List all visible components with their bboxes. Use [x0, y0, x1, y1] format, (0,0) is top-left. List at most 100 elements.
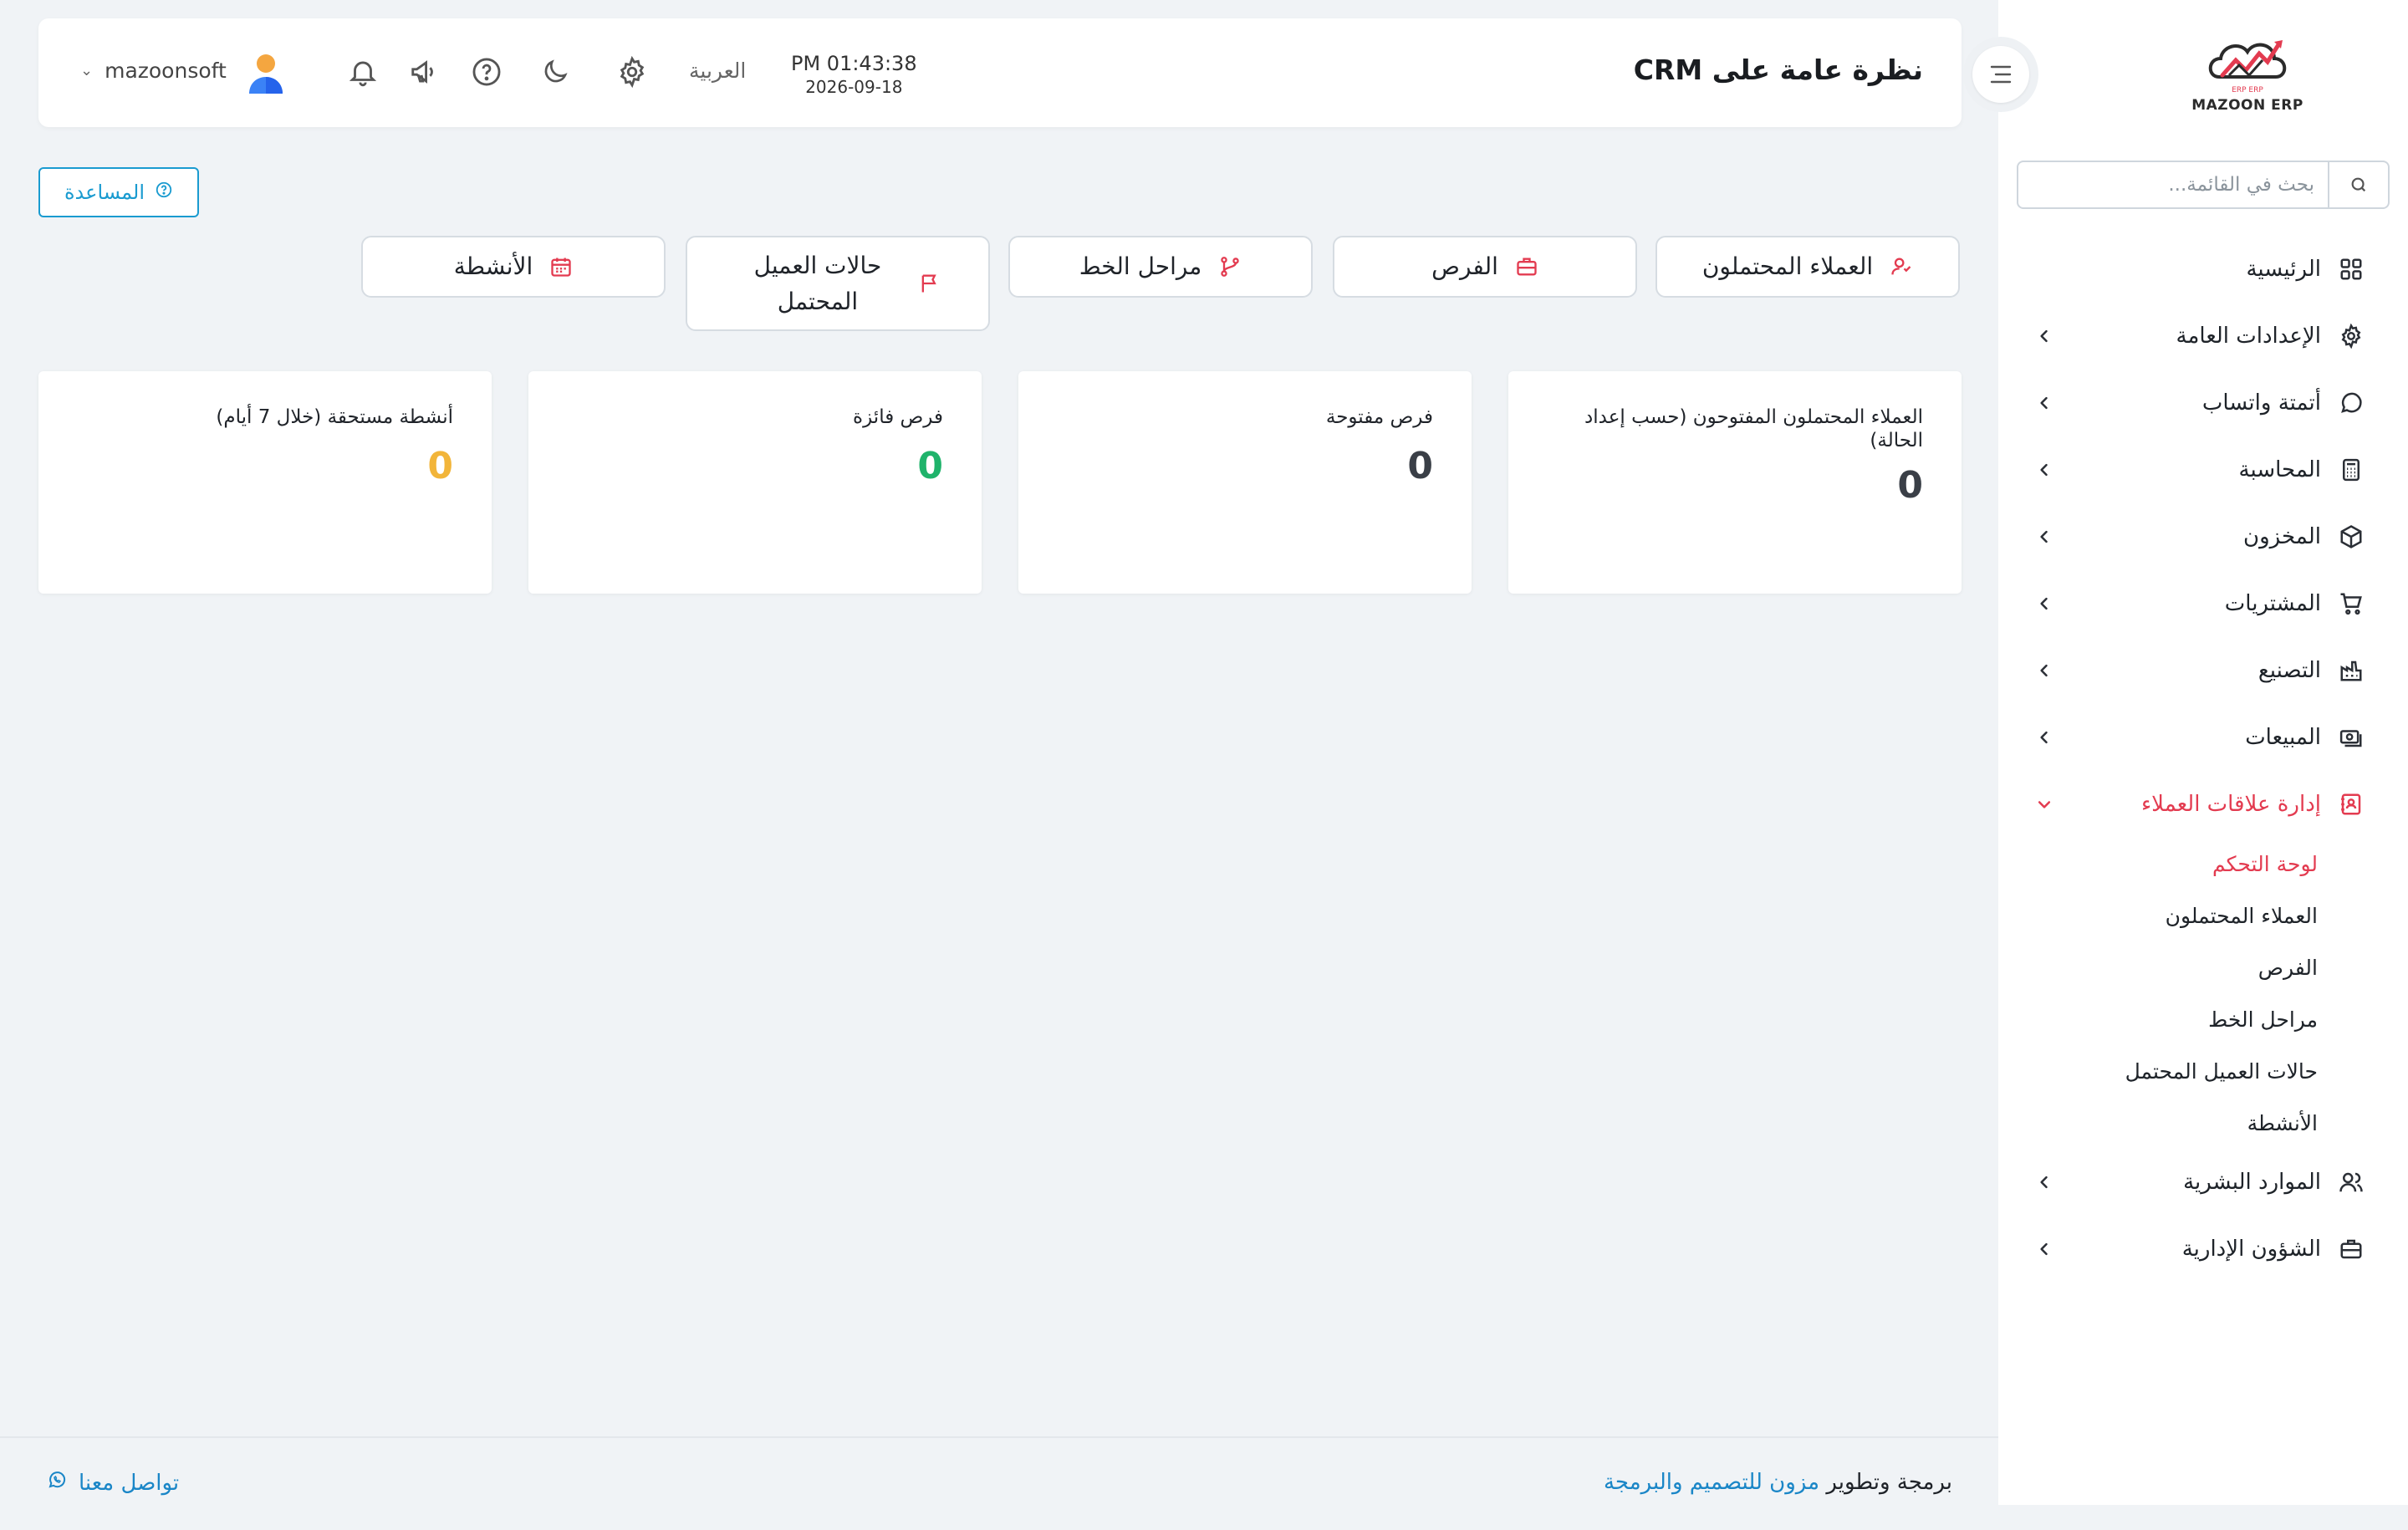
chevron-left-icon — [2032, 390, 2057, 416]
user-menu[interactable]: ⌄ mazoonsoft — [80, 59, 227, 83]
brand-logo[interactable]: ERP ERP MAZOON ERP — [2189, 33, 2306, 117]
megaphone-icon[interactable] — [406, 54, 443, 90]
kpi-label: فرص مفتوحة — [1325, 406, 1433, 428]
chevron-left-icon — [2032, 658, 2057, 683]
chevron-left-icon — [2032, 725, 2057, 750]
users-icon — [2336, 1167, 2366, 1197]
chevron-left-icon — [2032, 591, 2057, 616]
sidebar-item-0[interactable]: الرئيسية — [1998, 236, 2408, 303]
language-switch[interactable]: العربية — [689, 59, 746, 83]
user-icon — [1890, 255, 1913, 278]
submenu-item-4[interactable]: حالات العميل المحتمل — [1998, 1045, 2318, 1097]
kpi-value: 0 — [427, 444, 453, 487]
sidebar: ERP ERP MAZOON ERP الرئيسية الإعدادات الع… — [1998, 0, 2408, 1505]
quick-opportunities-button[interactable]: الفرص — [1333, 236, 1637, 298]
submenu-item-0[interactable]: لوحة التحكم — [1998, 838, 2318, 890]
gear-icon — [2336, 321, 2366, 351]
help-circle-icon[interactable] — [468, 54, 505, 90]
kpi-card-open-opportunities: فرص مفتوحة 0 — [1018, 371, 1472, 594]
cash-icon — [2336, 722, 2366, 752]
footer-credit: برمجة وتطوير مزون للتصميم والبرمجة — [1604, 1470, 1952, 1495]
kpi-label: العملاء المحتملون المفتوحون (حسب إعداد ا… — [1584, 406, 1923, 451]
quick-pipeline-button[interactable]: مراحل الخط — [1008, 236, 1313, 298]
briefcase-icon — [1515, 255, 1538, 278]
sidebar-item-9[interactable]: الموارد البشرية — [1998, 1149, 2408, 1216]
footer: برمجة وتطوير مزون للتصميم والبرمجة تواصل… — [0, 1436, 1998, 1530]
sidebar-toggle-button[interactable] — [1963, 37, 2038, 112]
chevron-left-icon — [2032, 1170, 2057, 1195]
sidebar-item-6[interactable]: التصنيع — [1998, 637, 2408, 704]
chevron-down-icon — [2032, 792, 2057, 817]
mazoon-logo-icon: ERP ERP — [2208, 40, 2287, 94]
chevron-left-icon — [2032, 324, 2057, 349]
submenu-item-3[interactable]: مراحل الخط — [1998, 993, 2318, 1045]
kpi-label: أنشطة مستحقة (خلال 7 أيام) — [216, 406, 453, 428]
hamburger-menu-icon — [1972, 46, 2029, 103]
sidebar-item-label: الشؤون الإدارية — [2181, 1237, 2321, 1262]
settings-gear-icon[interactable] — [614, 54, 650, 90]
clock-time: PM 01:43:38 — [791, 52, 917, 75]
briefcase-icon — [2336, 1234, 2366, 1264]
sidebar-item-1[interactable]: الإعدادات العامة — [1998, 303, 2408, 370]
sidebar-item-2[interactable]: أتمتة واتساب — [1998, 370, 2408, 436]
grid-icon — [2336, 254, 2366, 284]
sidebar-item-label: الرئيسية — [2246, 257, 2321, 282]
quick-lead-status-button[interactable]: حالات العميل المحتمل — [686, 236, 990, 331]
sidebar-item-label: الموارد البشرية — [2183, 1170, 2321, 1195]
quick-leads-label: العملاء المحتملون — [1701, 252, 1874, 281]
sidebar-item-label: إدارة علاقات العملاء — [2140, 792, 2321, 817]
submenu-item-1[interactable]: العملاء المحتملون — [1998, 890, 2318, 941]
quick-opportunities-label: الفرص — [1431, 252, 1498, 281]
dark-mode-moon-icon[interactable] — [537, 54, 574, 90]
whatsapp-icon — [47, 1470, 67, 1496]
submenu-item-2[interactable]: الفرص — [1998, 941, 2318, 993]
whatsapp-icon — [2336, 388, 2366, 418]
search-icon[interactable] — [2328, 162, 2388, 207]
avatar[interactable] — [246, 52, 286, 95]
kpi-card-won-opportunities: فرص فائزة 0 — [528, 371, 982, 594]
sidebar-item-8[interactable]: إدارة علاقات العملاء — [1998, 771, 2408, 838]
kpi-card-open-leads: العملاء المحتملون المفتوحون (حسب إعداد ا… — [1508, 371, 1962, 594]
clock-date: 2026-09-18 — [805, 77, 903, 97]
git-branch-icon — [1218, 255, 1242, 278]
quick-activities-button[interactable]: الأنشطة — [361, 236, 666, 298]
kpi-card-due-activities: أنشطة مستحقة (خلال 7 أيام) 0 — [38, 371, 492, 594]
svg-text:ERP ERP: ERP ERP — [2232, 86, 2263, 94]
contacts-icon — [2336, 789, 2366, 819]
sidebar-item-4[interactable]: المخزون — [1998, 503, 2408, 570]
sidebar-item-3[interactable]: المحاسبة — [1998, 436, 2408, 503]
sidebar-search — [2017, 161, 2390, 209]
sidebar-item-label: التصنيع — [2258, 658, 2321, 683]
quick-pipeline-label: مراحل الخط — [1079, 252, 1202, 281]
top-header: نظرة عامة على CRM PM 01:43:38 2026-09-18… — [38, 18, 1962, 127]
chevron-left-icon — [2032, 1237, 2057, 1262]
help-button[interactable]: المساعدة — [38, 167, 199, 217]
help-button-label: المساعدة — [64, 181, 145, 204]
calculator-icon — [2336, 455, 2366, 485]
flag-icon — [918, 272, 941, 295]
sidebar-item-label: المبيعات — [2245, 725, 2321, 750]
sidebar-item-7[interactable]: المبيعات — [1998, 704, 2408, 771]
chevron-left-icon — [2032, 524, 2057, 549]
sidebar-search-input[interactable] — [2018, 162, 2328, 207]
notification-bell-icon[interactable] — [344, 54, 381, 90]
sidebar-item-10[interactable]: الشؤون الإدارية — [1998, 1216, 2408, 1283]
footer-credit-prefix: برمجة وتطوير — [1826, 1470, 1952, 1495]
kpi-label: فرص فائزة — [853, 406, 943, 428]
submenu-item-5[interactable]: الأنشطة — [1998, 1097, 2318, 1149]
quick-leads-button[interactable]: العملاء المحتملون — [1656, 236, 1960, 298]
crm-submenu: لوحة التحكم العملاء المحتملون الفرص مراحل ا… — [1998, 838, 2408, 1149]
sidebar-item-5[interactable]: المشتريات — [1998, 570, 2408, 637]
chevron-left-icon — [2032, 457, 2057, 482]
kpi-value: 0 — [1897, 464, 1923, 507]
contact-us-label: تواصل معنا — [79, 1470, 180, 1496]
chevron-down-icon: ⌄ — [80, 62, 94, 79]
sidebar-item-label: أتمتة واتساب — [2201, 390, 2321, 416]
footer-credit-link[interactable]: مزون للتصميم والبرمجة — [1604, 1470, 1819, 1495]
calendar-icon — [549, 255, 573, 278]
brand-name: MAZOON ERP — [2191, 97, 2303, 114]
help-icon — [155, 181, 173, 204]
sidebar-item-label: المخزون — [2243, 524, 2321, 549]
contact-us-link[interactable]: تواصل معنا — [47, 1470, 179, 1496]
factory-icon — [2336, 655, 2366, 686]
